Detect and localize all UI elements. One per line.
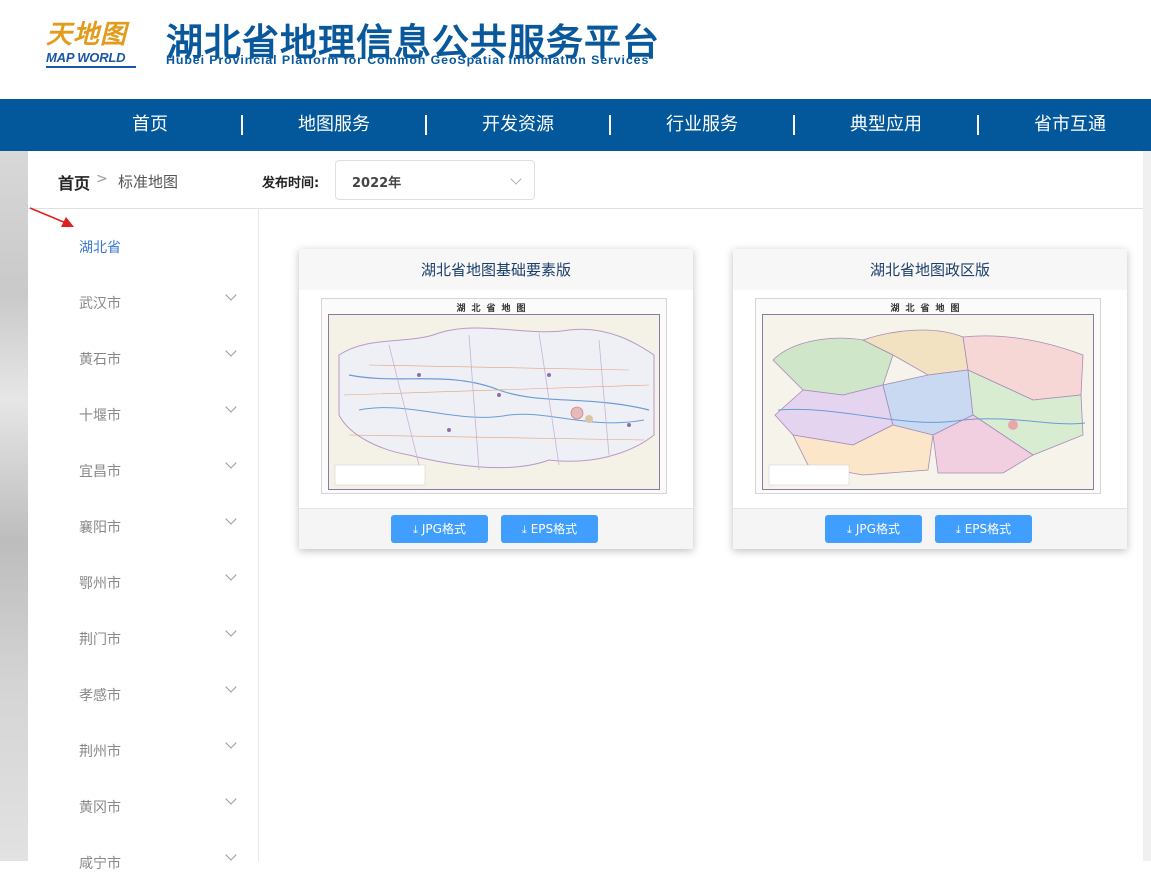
sidebar-item-label: 荆门市 (79, 632, 121, 648)
sidebar-item-label: 黄冈市 (79, 800, 121, 816)
chevron-down-icon (225, 457, 237, 469)
card-download-bar: ⤓ JPG格式 ⤓ EPS格式 (733, 508, 1127, 549)
sidebar-item-label: 十堰市 (79, 408, 121, 424)
map-preview-political[interactable]: 湖北省地图 (755, 298, 1101, 494)
card-download-bar: ⤓ JPG格式 ⤓ EPS格式 (299, 508, 693, 549)
map-card-political: 湖北省地图政区版 湖北省地图 ⤓ JPG格式 ⤓ EPS格式 (733, 249, 1127, 549)
sidebar-item-label: 武汉市 (79, 296, 121, 312)
sidebar-item-xianning[interactable]: 咸宁市 (28, 833, 258, 889)
breadcrumb-current: 标准地图 (118, 173, 179, 191)
button-label: JPG格式 (855, 522, 900, 536)
nav-item-map-services[interactable]: 地图服务 (242, 99, 426, 151)
card-title: 湖北省地图基础要素版 (420, 261, 571, 279)
chevron-down-icon (225, 345, 237, 357)
chevron-down-icon (225, 569, 237, 581)
map-list-area: 湖北省地图基础要素版 湖北省地图 ⤓ JPG格式 ⤓ EPS格式 湖北省地图政区… (259, 209, 1143, 861)
download-icon: ⤓ (847, 523, 852, 536)
chevron-down-icon (225, 625, 237, 637)
sidebar-item-label: 咸宁市 (79, 856, 121, 872)
sidebar-item-label: 湖北省 (79, 240, 121, 256)
publish-year-value: 2022年 (352, 176, 402, 191)
chevron-down-icon (225, 513, 237, 525)
download-icon: ⤓ (955, 523, 961, 536)
background-texture-right (1143, 151, 1151, 861)
sidebar-item-shiyan[interactable]: 十堰市 (28, 385, 258, 441)
map-preview-image (328, 314, 660, 490)
background-texture-left (0, 151, 28, 861)
main-nav: 首页 地图服务 开发资源 行业服务 典型应用 省市互通 (0, 99, 1151, 151)
sidebar-item-ezhou[interactable]: 鄂州市 (28, 553, 258, 609)
chevron-down-icon (225, 289, 237, 301)
chevron-down-icon (225, 401, 237, 413)
chevron-down-icon (225, 681, 237, 693)
sidebar-item-xiaogan[interactable]: 孝感市 (28, 665, 258, 721)
hubei-political-map-graphic (763, 315, 1093, 489)
logo-underline (46, 66, 136, 68)
sidebar-item-jingzhou[interactable]: 荆州市 (28, 721, 258, 777)
card-title: 湖北省地图政区版 (869, 261, 990, 279)
publish-year-select[interactable]: 2022年 (335, 160, 535, 200)
map-preview-title: 湖北省地图 (890, 304, 966, 314)
download-eps-button[interactable]: ⤓ EPS格式 (501, 515, 598, 543)
site-header: 天地图 MAP WORLD 湖北省地理信息公共服务平台 Hubei Provin… (0, 0, 1151, 99)
button-label: EPS格式 (530, 522, 578, 536)
nav-item-province-city-link[interactable]: 省市互通 (978, 99, 1151, 151)
publish-time-label: 发布时间: (262, 176, 320, 191)
chevron-down-icon (225, 849, 237, 861)
sidebar-item-label: 黄石市 (79, 352, 121, 368)
sidebar-item-huangshi[interactable]: 黄石市 (28, 329, 258, 385)
region-sidebar: 湖北省 武汉市 黄石市 十堰市 宜昌市 襄阳市 鄂州市 荆门市 孝感市 荆州市 … (28, 209, 259, 872)
sidebar-item-label: 荆州市 (79, 744, 121, 760)
sidebar-item-wuhan[interactable]: 武汉市 (28, 273, 258, 329)
nav-item-industry-services[interactable]: 行业服务 (610, 99, 794, 151)
sidebar-item-label: 襄阳市 (79, 520, 121, 536)
download-icon: ⤓ (521, 523, 527, 536)
card-header: 湖北省地图政区版 (733, 249, 1127, 290)
nav-item-dev-resources[interactable]: 开发资源 (426, 99, 610, 151)
breadcrumb-chevron-icon: > (96, 171, 108, 187)
download-jpg-button[interactable]: ⤓ JPG格式 (825, 515, 922, 543)
sidebar-item-xiangyang[interactable]: 襄阳市 (28, 497, 258, 553)
sidebar-item-jingmen[interactable]: 荆门市 (28, 609, 258, 665)
chevron-down-icon (225, 793, 237, 805)
chevron-down-icon (510, 173, 522, 185)
sidebar-item-label: 鄂州市 (79, 576, 121, 592)
nav-item-home[interactable]: 首页 (58, 99, 242, 151)
breadcrumb-home[interactable]: 首页 (58, 170, 90, 194)
map-card-basic: 湖北省地图基础要素版 湖北省地图 ⤓ JPG格式 ⤓ EPS格式 (299, 249, 693, 549)
map-preview-basic[interactable]: 湖北省地图 (321, 298, 667, 494)
logo-chinese-text: 天地图 (46, 20, 128, 50)
download-eps-button[interactable]: ⤓ EPS格式 (935, 515, 1032, 543)
download-icon: ⤓ (413, 523, 418, 536)
nav-item-typical-applications[interactable]: 典型应用 (794, 99, 978, 151)
logo-english-text: MAP WORLD (46, 50, 126, 65)
breadcrumb-bar: 首页 > 标准地图 发布时间: 2022年 (28, 151, 1143, 209)
tianditu-logo[interactable]: 天地图 MAP WORLD (46, 14, 138, 70)
annotation-arrow-icon (29, 207, 74, 227)
button-label: JPG格式 (421, 522, 466, 536)
site-subtitle: Hubei Provincial Platform for Common Geo… (166, 53, 650, 67)
download-jpg-button[interactable]: ⤓ JPG格式 (391, 515, 488, 543)
sidebar-item-label: 宜昌市 (79, 464, 121, 480)
button-label: EPS格式 (964, 522, 1012, 536)
map-preview-title: 湖北省地图 (456, 304, 532, 314)
map-preview-image (762, 314, 1094, 490)
sidebar-item-yichang[interactable]: 宜昌市 (28, 441, 258, 497)
hubei-basic-map-graphic (329, 315, 659, 489)
sidebar-item-huanggang[interactable]: 黄冈市 (28, 777, 258, 833)
sidebar-item-label: 孝感市 (79, 688, 121, 704)
chevron-down-icon (225, 737, 237, 749)
card-header: 湖北省地图基础要素版 (299, 249, 693, 290)
